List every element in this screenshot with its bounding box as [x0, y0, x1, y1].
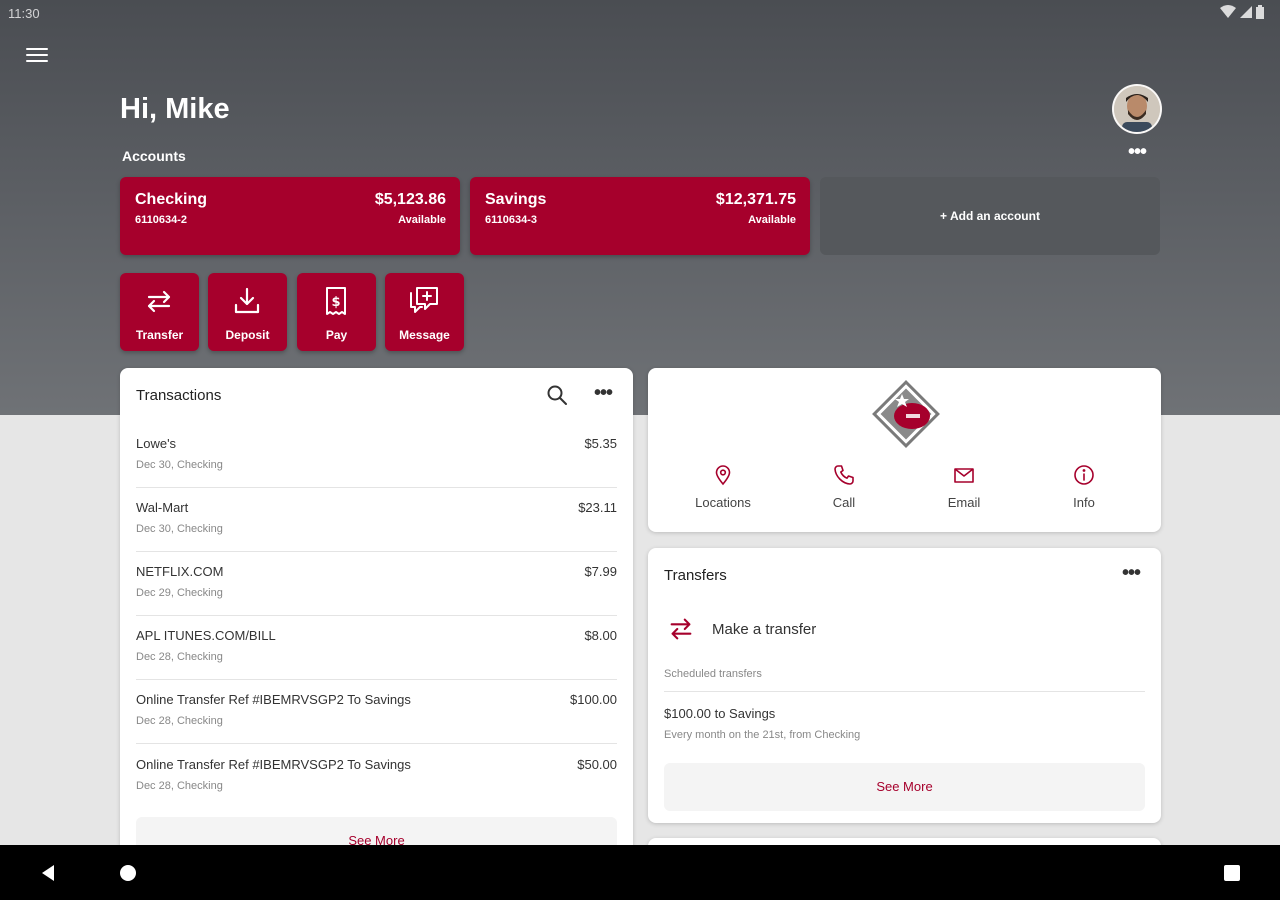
avatar-image: [1114, 86, 1160, 132]
info-icon: [1074, 465, 1094, 485]
transaction-amount: $5.35: [584, 436, 617, 451]
transaction-amount: $7.99: [584, 564, 617, 579]
transaction-merchant: APL ITUNES.COM/BILL: [136, 628, 276, 643]
divider: [664, 691, 1145, 692]
greeting: Hi, Mike: [120, 93, 230, 125]
message-label: Message: [399, 328, 450, 342]
transfers-more-button[interactable]: •••: [1122, 563, 1141, 583]
back-icon[interactable]: [38, 863, 58, 883]
wifi-icon: [1220, 5, 1236, 18]
home-icon[interactable]: [120, 865, 136, 881]
pay-button[interactable]: $ Pay: [297, 273, 376, 351]
call-button[interactable]: Call: [789, 464, 899, 510]
transaction-merchant: Wal-Mart: [136, 500, 189, 515]
recent-apps-icon[interactable]: [1224, 865, 1240, 881]
call-label: Call: [832, 495, 856, 510]
menu-button[interactable]: [24, 44, 50, 70]
transaction-merchant: Online Transfer Ref #IBEMRVSGP2 To Savin…: [136, 692, 411, 707]
transactions-more-button[interactable]: •••: [594, 383, 613, 403]
signal-icon: [1240, 6, 1252, 18]
account-card-savings[interactable]: Savings 6110634-3 $12,371.75 Available: [470, 177, 810, 255]
phone-icon: [834, 465, 854, 485]
transaction-row[interactable]: NETFLIX.COM Dec 29, Checking $7.99: [136, 552, 617, 616]
info-label: Info: [1073, 495, 1095, 510]
system-navigation-bar: [0, 845, 1280, 900]
transaction-meta: Dec 29, Checking: [136, 587, 223, 599]
transaction-amount: $50.00: [577, 757, 617, 772]
account-balance: $5,123.86: [374, 191, 446, 208]
make-transfer-label: Make a transfer: [712, 621, 817, 638]
email-button[interactable]: Email: [909, 464, 1019, 510]
transaction-merchant: NETFLIX.COM: [136, 564, 224, 579]
add-account-button[interactable]: + Add an account: [820, 177, 1160, 255]
email-label: Email: [947, 495, 981, 510]
transfers-see-more-button[interactable]: See More: [664, 763, 1145, 811]
transaction-merchant: Lowe's: [136, 436, 177, 451]
scheduled-transfers-label: Scheduled transfers: [664, 668, 762, 680]
transaction-row[interactable]: Wal-Mart Dec 30, Checking $23.11: [136, 488, 617, 552]
transaction-meta: Dec 30, Checking: [136, 523, 223, 535]
transfer-icon: [147, 290, 171, 313]
accounts-more-button[interactable]: •••: [1124, 142, 1150, 166]
transaction-row[interactable]: APL ITUNES.COM/BILL Dec 28, Checking $8.…: [136, 616, 617, 680]
transaction-row[interactable]: Online Transfer Ref #IBEMRVSGP2 To Savin…: [136, 745, 617, 809]
svg-text:$: $: [331, 295, 340, 310]
locations-label: Locations: [695, 495, 751, 510]
pay-label: Pay: [325, 328, 348, 342]
account-balance-label: Available: [748, 214, 796, 226]
info-button[interactable]: Info: [1029, 464, 1139, 510]
message-icon: [410, 287, 438, 313]
locations-button[interactable]: Locations: [668, 464, 778, 510]
bank-contact-card: Locations Call Email Info: [648, 368, 1161, 532]
account-balance-label: Available: [398, 214, 446, 226]
transaction-meta: Dec 28, Checking: [136, 715, 223, 727]
email-icon: [954, 468, 974, 483]
pay-icon: $: [326, 287, 346, 315]
avatar[interactable]: [1112, 84, 1162, 134]
account-name: Savings: [485, 191, 547, 208]
transaction-merchant: Online Transfer Ref #IBEMRVSGP2 To Savin…: [136, 757, 411, 772]
transactions-title: Transactions: [136, 387, 222, 404]
scheduled-transfer-item[interactable]: $100.00 to Savings Every month on the 21…: [664, 704, 1145, 748]
transaction-amount: $8.00: [584, 628, 617, 643]
transaction-meta: Dec 30, Checking: [136, 459, 223, 471]
scheduled-transfer-title: $100.00 to Savings: [664, 706, 776, 721]
transfer-button[interactable]: Transfer: [120, 273, 199, 351]
transaction-meta: Dec 28, Checking: [136, 780, 223, 792]
account-balance: $12,371.75: [715, 191, 796, 208]
transaction-row[interactable]: Online Transfer Ref #IBEMRVSGP2 To Savin…: [136, 680, 617, 744]
account-number: 6110634-3: [485, 214, 537, 226]
make-transfer-button[interactable]: Make a transfer: [664, 610, 1145, 650]
status-bar: 11:30: [0, 0, 1280, 26]
account-name: Checking: [135, 191, 208, 208]
transaction-amount: $100.00: [570, 692, 617, 707]
deposit-label: Deposit: [225, 328, 270, 342]
search-icon[interactable]: [546, 384, 568, 406]
status-time: 11:30: [8, 6, 40, 21]
message-button[interactable]: Message: [385, 273, 464, 351]
transaction-meta: Dec 28, Checking: [136, 651, 223, 663]
transfers-card: Transfers ••• Make a transfer Scheduled …: [648, 548, 1161, 823]
accounts-label: Accounts: [122, 148, 186, 164]
transfers-title: Transfers: [664, 567, 727, 584]
transactions-card: Transactions ••• Lowe's Dec 30, Checking…: [120, 368, 633, 868]
scheduled-transfer-subtitle: Every month on the 21st, from Checking: [664, 729, 861, 741]
transaction-amount: $23.11: [578, 500, 617, 515]
location-pin-icon: [715, 465, 731, 486]
deposit-button[interactable]: Deposit: [208, 273, 287, 351]
deposit-icon: [234, 287, 260, 314]
bank-logo-icon: [872, 380, 940, 448]
transfer-icon: [670, 618, 692, 640]
transaction-row[interactable]: Lowe's Dec 30, Checking $5.35: [136, 424, 617, 488]
battery-icon: [1256, 5, 1264, 19]
transfer-label: Transfer: [135, 328, 184, 342]
account-card-checking[interactable]: Checking 6110634-2 $5,123.86 Available: [120, 177, 460, 255]
account-number: 6110634-2: [135, 214, 187, 226]
